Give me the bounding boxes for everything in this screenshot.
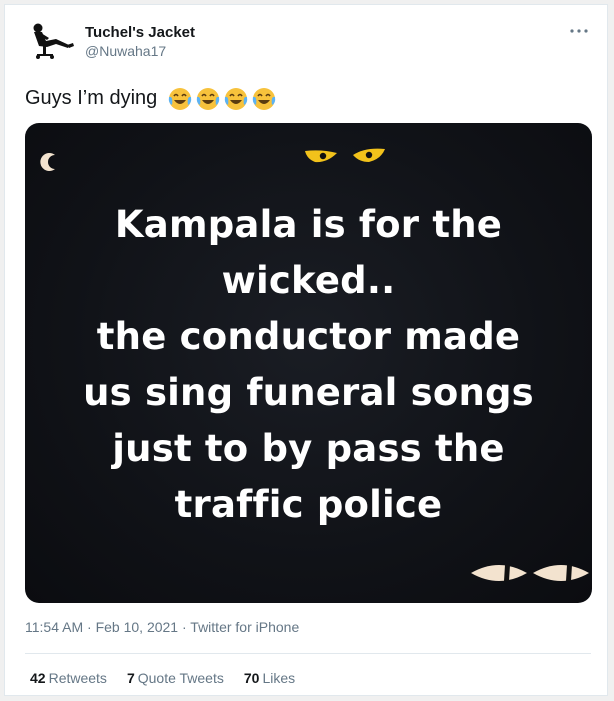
tweet-body: Guys I’m dying [25,85,277,111]
tweet-source[interactable]: Twitter for iPhone [190,619,299,635]
tweet-date[interactable]: Feb 10, 2021 [96,619,179,635]
image-caption-line: Kampala is for the [114,203,503,246]
image-caption: Kampala is for the wicked.. the conducto… [25,197,592,533]
avatar[interactable] [25,19,77,61]
likes-label: Likes [262,670,296,686]
divider [25,653,591,654]
separator: · [87,619,92,635]
face-with-tears-of-joy-icon [253,88,276,110]
retweets-stat[interactable]: 42 Retweets [30,670,107,686]
face-with-tears-of-joy-icon [169,88,192,110]
yellow-eyes-icon [305,148,385,163]
crescent-moon-icon [29,577,41,593]
image-caption-line: just to by pass the [112,427,505,470]
likes-count: 70 [243,670,260,686]
tweet-timestamp: 11:54 AM · Feb 10, 2021 · Twitter for iP… [25,619,299,635]
face-with-tears-of-joy-icon [197,88,220,110]
display-name[interactable]: Tuchel's Jacket [85,24,195,42]
image-caption-line: wicked.. [221,259,396,302]
quote-tweets-stat[interactable]: 7 Quote Tweets [127,670,224,686]
tweet-card: Tuchel's Jacket @Nuwaha17 Guys I’m dying [4,4,608,696]
crescent-moon-icon [559,137,583,167]
face-with-tears-of-joy-icon [225,88,248,110]
separator: · [181,619,187,635]
image-caption-line: us sing funeral songs [83,371,534,414]
author-info: Tuchel's Jacket @Nuwaha17 [85,24,195,60]
retweets-label: Retweets [48,670,107,686]
white-eyes-icon [471,565,589,581]
tweet-text: Guys I’m dying [25,86,158,109]
crescent-moon-icon [40,153,55,171]
user-handle[interactable]: @Nuwaha17 [85,42,195,60]
quote-tweets-label: Quote Tweets [137,670,224,686]
image-caption-line: the conductor made [96,315,521,358]
quote-tweets-count: 7 [126,670,135,686]
engagement-stats: 42 Retweets 7 Quote Tweets 70 Likes [30,670,295,686]
tweet-time[interactable]: 11:54 AM [25,619,83,635]
retweets-count: 42 [30,670,46,686]
tweet-header: Tuchel's Jacket @Nuwaha17 [5,5,607,69]
likes-stat[interactable]: 70 Likes [244,670,295,686]
emoji-group [167,85,277,111]
tweet-image[interactable]: Kampala is for the wicked.. the conducto… [25,123,592,603]
image-caption-line: traffic police [174,483,443,526]
more-options-icon[interactable] [569,23,593,39]
